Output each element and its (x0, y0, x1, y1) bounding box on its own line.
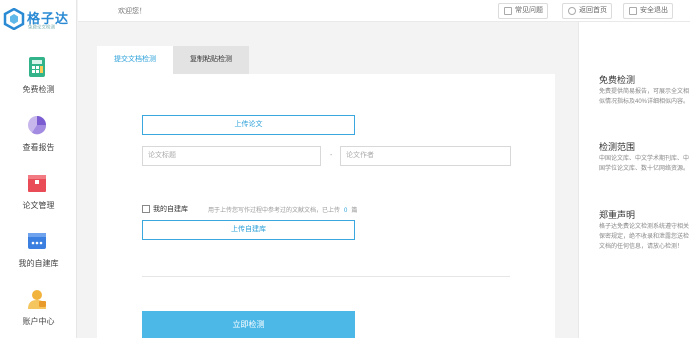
info-title-statement: 郑重声明 (599, 210, 636, 220)
home-icon (568, 7, 576, 15)
tab-copy-paste[interactable]: 复制粘贴检测 (173, 46, 249, 74)
sidebar-item-account-center[interactable]: 账户中心 (0, 288, 77, 338)
check-now-button[interactable]: 立即检测 (142, 311, 355, 338)
top-bar: 欢迎您！ 常见问题 返回首页 安全退出 (78, 0, 690, 22)
question-icon (504, 7, 512, 15)
folder-icon (28, 175, 46, 192)
logo-icon (3, 8, 25, 30)
sidebar-item-label: 查看报告 (22, 143, 55, 152)
database-icon (28, 233, 46, 249)
sidebar-item-my-library[interactable]: 我的自建库 (0, 230, 77, 282)
sidebar: 格子达 免费论文检测 免费检测 查看报告 论文管理 我的自建库 账户中心 (0, 0, 77, 338)
own-library-hint: 用于上传您写作过程中参考过的文献文档，已上传 0 篇 (208, 205, 357, 214)
faq-label: 常见问题 (515, 7, 543, 14)
home-button[interactable]: 返回首页 (562, 3, 612, 19)
sidebar-item-label: 论文管理 (22, 201, 55, 210)
upload-library-button[interactable]: 上传自建库 (142, 220, 355, 240)
info-title-free-check: 免费检测 (599, 75, 636, 85)
info-title-scope: 检测范围 (599, 142, 636, 152)
info-body-scope: 中国论文库、中文学术期刊库、中国学位论文库、数十亿网络资源。 (599, 156, 689, 172)
info-body-statement: 格子达免费论文检测系统遵守相关保密规定，绝不收录和泄露您送检文档的任何信息，请放… (599, 224, 689, 250)
own-library-hint-text: 用于上传您写作过程中参考过的文献文档，已上传 (208, 208, 341, 214)
logout-label: 安全退出 (640, 7, 668, 14)
pie-chart-icon (28, 116, 47, 135)
tab-submit-document[interactable]: 提交文档检测 (97, 46, 173, 74)
own-library-checkbox-label: 我的自建库 (153, 206, 188, 213)
calculator-icon (29, 57, 45, 77)
own-library-checkbox[interactable] (142, 205, 150, 213)
sidebar-item-paper-management[interactable]: 论文管理 (0, 172, 77, 224)
own-library-count: 0 (344, 208, 348, 214)
info-panel: 免费检测 免费提供简易报告，可展示全文相似情况指标及40%详细相似内容。 检测范… (578, 22, 690, 338)
divider (142, 276, 510, 277)
sidebar-item-label: 账户中心 (22, 317, 55, 326)
logo-subtitle: 免费论文检测 (28, 24, 56, 31)
sidebar-item-view-report[interactable]: 查看报告 (0, 114, 77, 166)
sidebar-item-label: 我的自建库 (18, 259, 59, 268)
user-icon (28, 290, 46, 309)
field-separator: - (330, 152, 333, 159)
paper-title-input[interactable]: 论文标题 (142, 146, 321, 166)
sidebar-item-label: 免费检测 (22, 85, 55, 94)
home-label: 返回首页 (579, 7, 607, 14)
logout-icon (629, 7, 637, 15)
own-library-unit: 篇 (351, 208, 358, 214)
paper-author-input[interactable]: 论文作者 (340, 146, 511, 166)
welcome-text: 欢迎您！ (118, 8, 146, 15)
faq-button[interactable]: 常见问题 (498, 3, 548, 19)
info-body-free-check: 免费提供简易报告，可展示全文相似情况指标及40%详细相似内容。 (599, 89, 689, 105)
logout-button[interactable]: 安全退出 (623, 3, 673, 19)
sidebar-item-free-check[interactable]: 免费检测 (0, 56, 77, 108)
logo[interactable]: 格子达 免费论文检测 (3, 6, 77, 34)
upload-paper-button[interactable]: 上传论文 (142, 115, 355, 135)
